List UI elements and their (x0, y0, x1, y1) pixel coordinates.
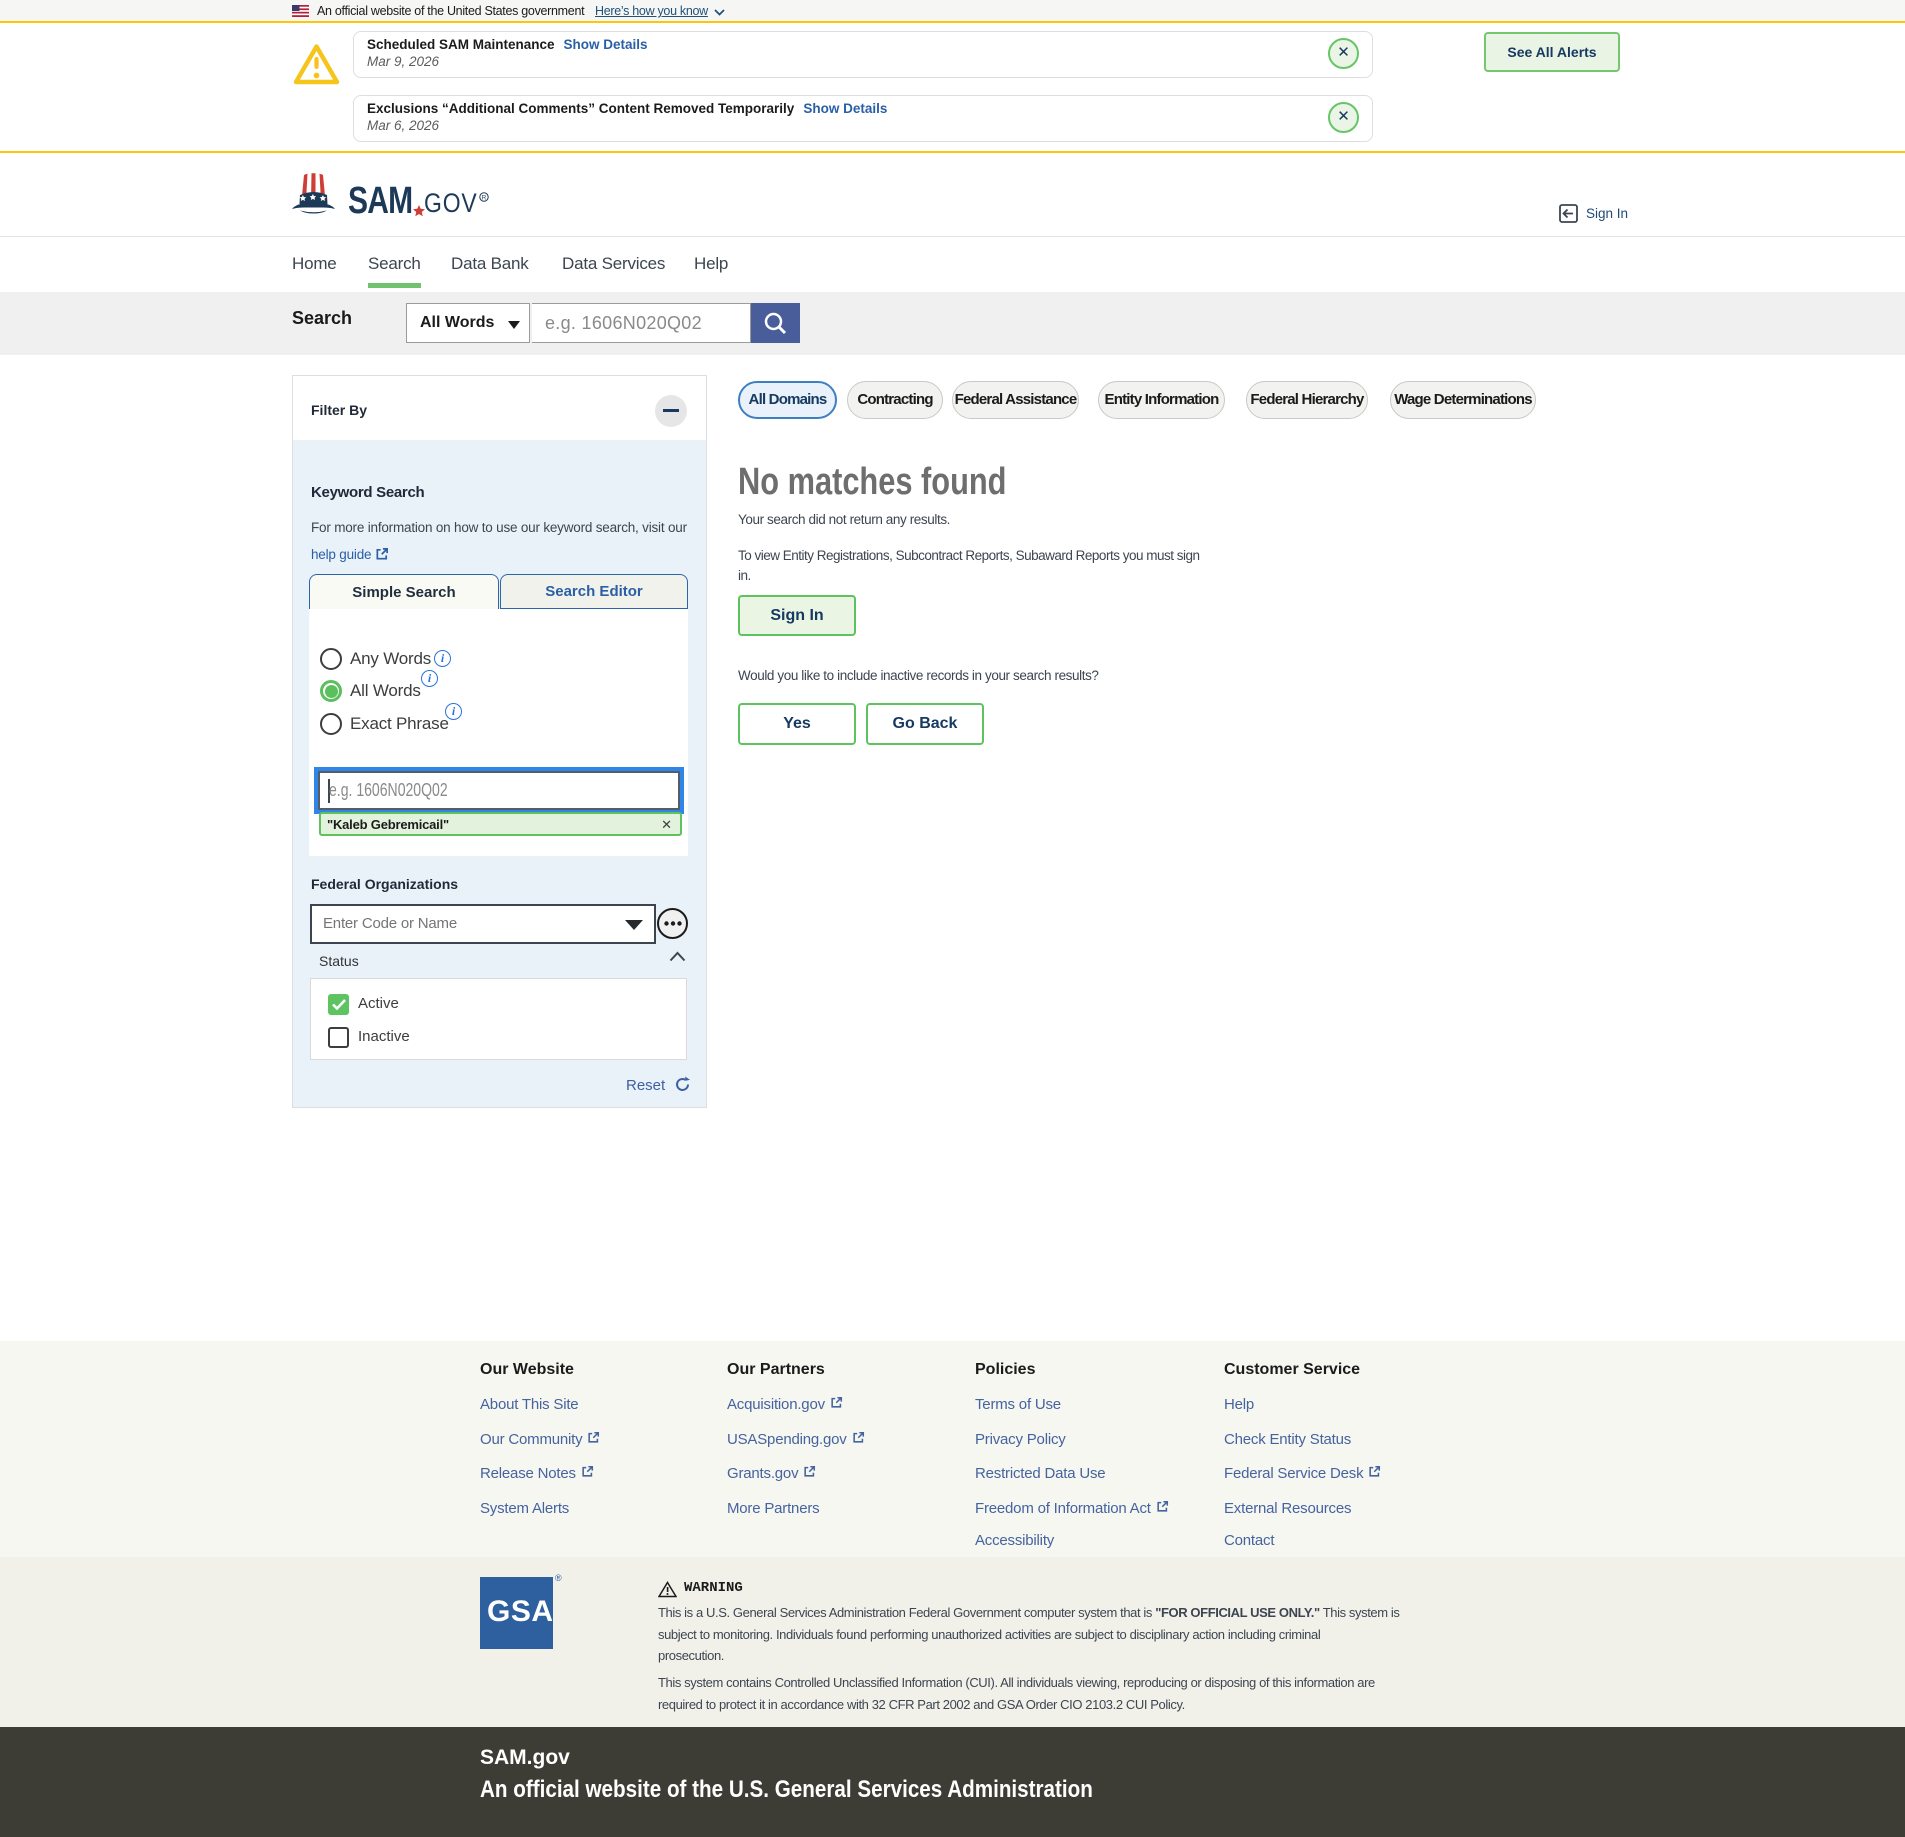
svg-text:R: R (482, 194, 487, 201)
